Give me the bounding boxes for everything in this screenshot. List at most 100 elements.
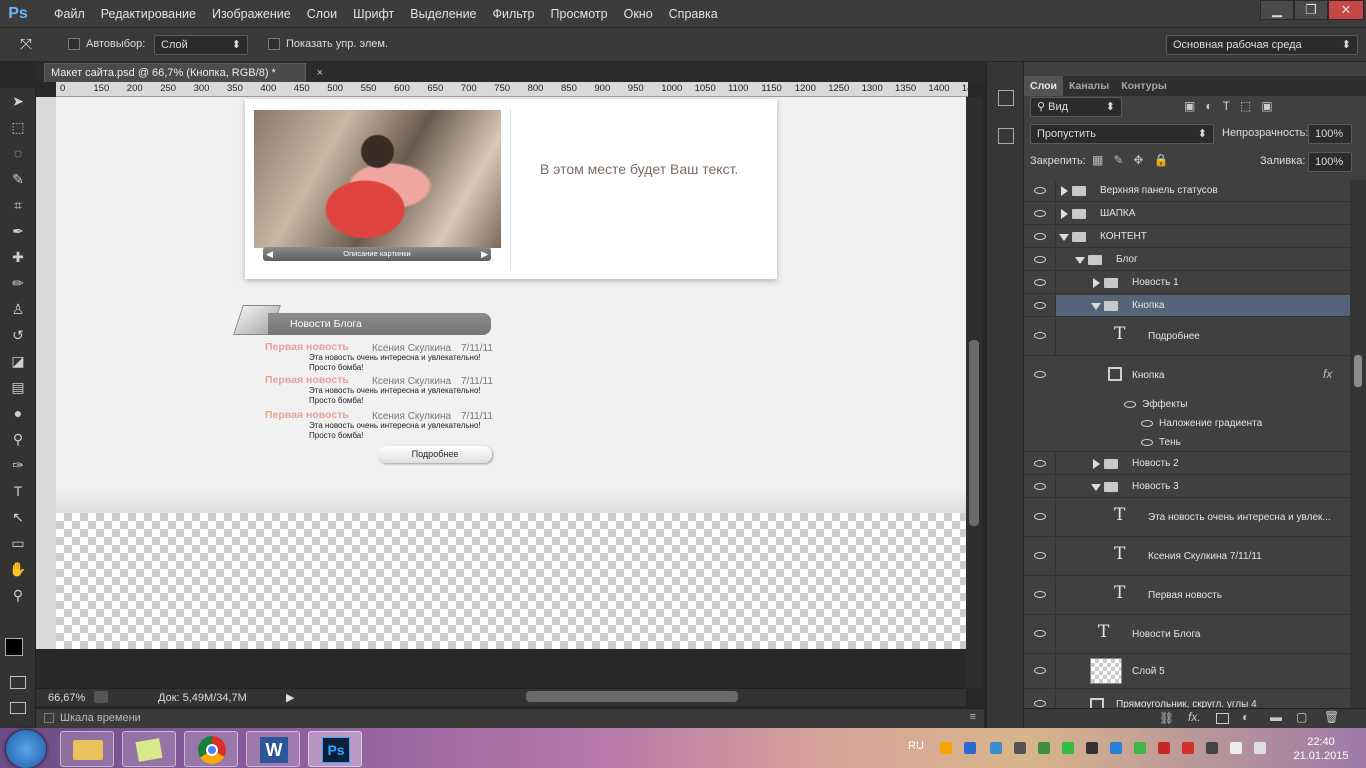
document-tab[interactable]: Макет сайта.psd @ 66,7% (Кнопка, RGB/8) … xyxy=(44,63,323,82)
history-brush-icon[interactable]: ↺ xyxy=(0,322,36,348)
language-indicator[interactable]: RU xyxy=(908,740,924,752)
ati-tray-icon[interactable] xyxy=(1182,742,1194,754)
tray-icon[interactable] xyxy=(1038,742,1050,754)
layer-row-selected[interactable]: Кнопка xyxy=(1024,295,1350,317)
visibility-toggle[interactable] xyxy=(1024,295,1056,316)
layer-row[interactable]: T Первая новость xyxy=(1024,577,1350,615)
canvas-horizontal-scroll-thumb[interactable] xyxy=(526,691,738,702)
taskbar-chrome-icon[interactable] xyxy=(184,731,238,767)
brush-icon[interactable]: ✏ xyxy=(0,270,36,296)
zoom-level[interactable]: 66,67% xyxy=(48,692,85,704)
layer-row[interactable]: T Новости Блога xyxy=(1024,616,1350,654)
minimize-button[interactable]: ▁ xyxy=(1260,0,1294,20)
blur-icon[interactable]: ● xyxy=(0,400,36,426)
history-panel-icon[interactable] xyxy=(998,90,1014,106)
blend-mode-dropdown[interactable]: Пропустить ⬍ xyxy=(1030,124,1214,144)
collapse-arrow-icon[interactable] xyxy=(1091,484,1101,491)
tray-icon[interactable] xyxy=(1014,742,1026,754)
tray-icon[interactable] xyxy=(1158,742,1170,754)
more-button[interactable]: Подробнее xyxy=(378,446,492,463)
adjustment-layer-icon[interactable]: ◐ xyxy=(1242,710,1249,724)
taskbar-explorer-icon[interactable] xyxy=(60,731,114,767)
layer-effect-row[interactable]: Наложение градиента xyxy=(1024,415,1350,434)
rectangle-icon[interactable]: ▭ xyxy=(0,530,36,556)
tab-layers[interactable]: Слои xyxy=(1024,76,1063,96)
quick-select-icon[interactable]: ✎ xyxy=(0,166,36,192)
quick-mask-icon[interactable] xyxy=(10,676,26,689)
layer-row[interactable]: T Подробнее xyxy=(1024,318,1350,356)
layer-row[interactable]: Кнопка fx xyxy=(1024,357,1350,395)
visibility-toggle[interactable] xyxy=(1024,655,1056,688)
menu-layers[interactable]: Слои xyxy=(299,0,345,28)
gradient-icon[interactable]: ▤ xyxy=(0,374,36,400)
tray-icon[interactable] xyxy=(1062,742,1074,754)
menu-file[interactable]: Файл xyxy=(46,0,93,28)
new-layer-icon[interactable]: ▢ xyxy=(1296,710,1307,724)
layer-row[interactable]: T Ксения Скулкина 7/11/11 xyxy=(1024,538,1350,576)
workspace-dropdown[interactable]: Основная рабочая среда ⬍ xyxy=(1166,35,1358,55)
expand-arrow-icon[interactable] xyxy=(1093,278,1100,288)
add-style-icon[interactable]: fx. xyxy=(1188,710,1201,724)
type-icon[interactable]: T xyxy=(0,478,36,504)
layer-row[interactable]: Новость 2 xyxy=(1024,453,1350,475)
visibility-toggle[interactable] xyxy=(1024,690,1056,708)
network-icon[interactable] xyxy=(1230,742,1242,754)
visibility-toggle[interactable] xyxy=(1024,203,1056,224)
close-window-button[interactable]: ✕ xyxy=(1328,0,1364,20)
lasso-icon[interactable]: ◌ xyxy=(0,140,36,166)
canvas[interactable]: ◀ Описание картинки ▶ В этом месте будет… xyxy=(56,97,966,649)
layer-row[interactable]: Новость 1 xyxy=(1024,272,1350,294)
menu-type[interactable]: Шрифт xyxy=(345,0,402,28)
visibility-toggle[interactable] xyxy=(1024,499,1056,536)
layer-filter-dropdown[interactable]: ⚲ Вид ⬍ xyxy=(1030,97,1122,117)
pen-icon[interactable]: ✑ xyxy=(0,452,36,478)
timeline-collapse-icon[interactable] xyxy=(44,713,54,723)
tray-icon[interactable] xyxy=(1134,742,1146,754)
layer-row[interactable]: T Эта новость очень интересна и увлек... xyxy=(1024,499,1350,537)
layer-row[interactable]: Блог xyxy=(1024,249,1350,271)
lock-icons[interactable]: ▦✎✥🔒 xyxy=(1092,153,1178,167)
add-mask-icon[interactable] xyxy=(1216,713,1229,724)
hand-icon[interactable]: ✋ xyxy=(0,556,36,582)
taskbar-photoshop-icon[interactable]: Ps xyxy=(308,731,362,767)
healing-brush-icon[interactable]: ✚ xyxy=(0,244,36,270)
clock[interactable]: 22:40 21.01.2015 xyxy=(1286,735,1356,763)
tray-icon[interactable] xyxy=(1206,742,1218,754)
visibility-toggle[interactable] xyxy=(1024,453,1056,474)
collapse-arrow-icon[interactable] xyxy=(1091,303,1101,310)
fx-icon[interactable]: fx xyxy=(1323,367,1332,381)
menu-view[interactable]: Просмотр xyxy=(543,0,616,28)
tray-icon[interactable] xyxy=(990,742,1002,754)
timeline-menu-icon[interactable]: ≡ xyxy=(970,711,976,723)
delete-layer-icon[interactable]: 🗑 xyxy=(1324,710,1339,724)
taskbar-word-icon[interactable]: W xyxy=(246,731,300,767)
visibility-toggle[interactable] xyxy=(1024,249,1056,270)
dodge-icon[interactable]: ⚲ xyxy=(0,426,36,452)
show-transform-checkbox[interactable] xyxy=(268,38,280,51)
tab-paths[interactable]: Контуры xyxy=(1115,76,1173,96)
eyedropper-icon[interactable]: ✒ xyxy=(0,218,36,244)
expand-arrow-icon[interactable] xyxy=(1061,186,1068,196)
tray-icon[interactable] xyxy=(1086,742,1098,754)
layer-row[interactable]: ШАПКА xyxy=(1024,203,1350,225)
crop-icon[interactable]: ⌗ xyxy=(0,192,36,218)
tray-icon[interactable] xyxy=(1110,742,1122,754)
foreground-color-swatch[interactable] xyxy=(5,638,23,656)
visibility-toggle[interactable] xyxy=(1024,272,1056,293)
stamp-icon[interactable]: ♙ xyxy=(0,296,36,322)
restore-button[interactable]: ❐ xyxy=(1294,0,1328,20)
eye-icon[interactable] xyxy=(1141,420,1153,427)
autoselect-checkbox[interactable] xyxy=(68,38,80,51)
menu-edit[interactable]: Редактирование xyxy=(93,0,204,28)
layer-effect-row[interactable]: Тень xyxy=(1024,434,1350,452)
opacity-input[interactable]: 100% xyxy=(1308,124,1352,144)
layer-row[interactable]: Новость 3 xyxy=(1024,476,1350,498)
menu-filter[interactable]: Фильтр xyxy=(485,0,543,28)
layers-scrollbar[interactable] xyxy=(1350,180,1366,708)
move-icon[interactable]: ➤ xyxy=(0,88,36,114)
menu-select[interactable]: Выделение xyxy=(402,0,484,28)
visibility-toggle[interactable] xyxy=(1024,616,1056,653)
tray-icon[interactable] xyxy=(940,742,952,754)
tab-channels[interactable]: Каналы xyxy=(1063,76,1115,96)
link-layers-icon[interactable]: ⛓ xyxy=(1159,711,1174,725)
